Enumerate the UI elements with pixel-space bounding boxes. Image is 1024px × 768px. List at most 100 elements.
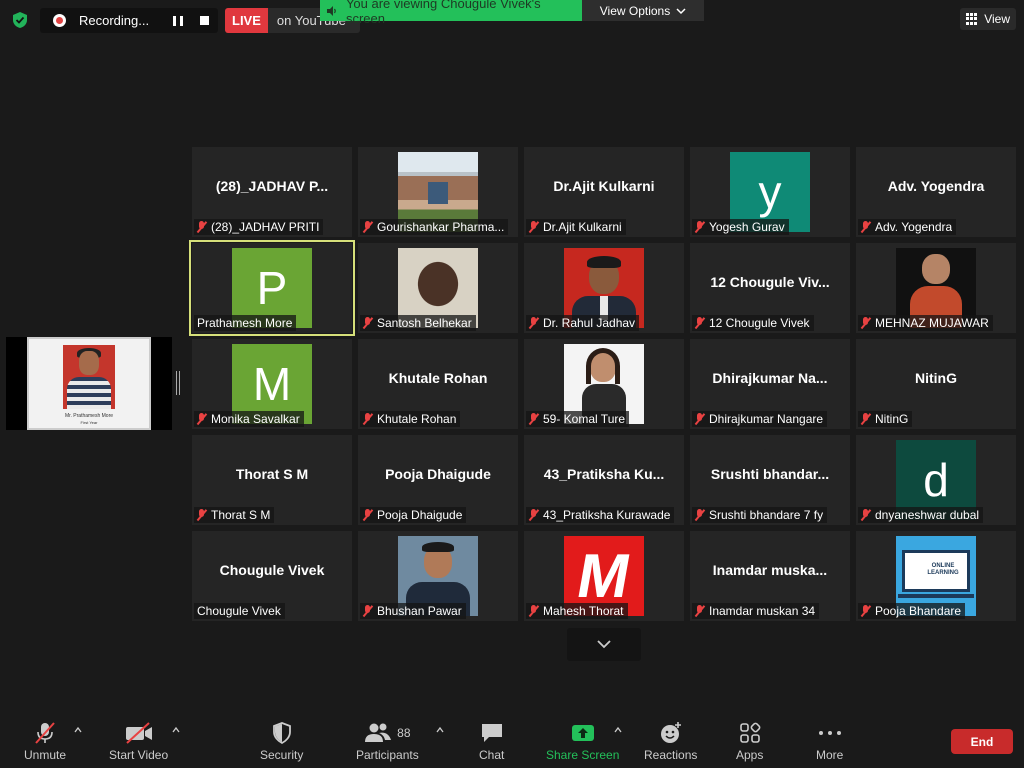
participant-label: Srushti bhandare 7 fy <box>692 507 828 523</box>
mic-muted-icon <box>861 509 870 521</box>
view-layout-button[interactable]: View <box>960 8 1016 30</box>
participants-options-caret-icon[interactable] <box>436 726 444 734</box>
participant-label: 59- Komal Ture <box>526 411 630 427</box>
participant-tile[interactable]: Srushti bhandar... Srushti bhandare 7 fy <box>690 435 850 525</box>
share-options-caret-icon[interactable] <box>614 726 622 734</box>
participant-tile[interactable]: Dr. Rahul Jadhav <box>524 243 684 333</box>
recording-indicator: Recording... <box>40 8 218 33</box>
participant-tile[interactable]: M Mahesh Thorat <box>524 531 684 621</box>
participant-tile[interactable]: ONLINE LEARNING Pooja Bhandare <box>856 531 1016 621</box>
participant-label: NitinG <box>858 411 913 427</box>
participant-label: Dr.Ajit Kulkarni <box>526 219 626 235</box>
shared-screen-thumbnail[interactable]: Mr. Prathamesh More First Year <box>6 337 172 430</box>
mic-muted-icon <box>695 221 704 233</box>
participant-tile[interactable]: (28)_JADHAV P... (28)_JADHAV PRITI <box>192 147 352 237</box>
mic-muted-icon <box>861 605 870 617</box>
participant-name-display: Khutale Rohan <box>388 370 488 386</box>
apps-button[interactable]: Apps <box>736 720 763 762</box>
participant-label: Yogesh Gurav <box>692 219 789 235</box>
participant-tile[interactable]: Santosh Belhekar <box>358 243 518 333</box>
security-shield-icon[interactable] <box>11 11 29 29</box>
mic-muted-icon <box>861 317 870 329</box>
mic-muted-icon <box>35 722 55 744</box>
participant-tile[interactable]: 43_Pratiksha Ku... 43_Pratiksha Kurawade <box>524 435 684 525</box>
more-button[interactable]: More <box>816 720 843 762</box>
splitter-drag-handle[interactable] <box>176 371 180 395</box>
chevron-down-icon <box>676 7 686 14</box>
participants-button[interactable]: 88 Participants <box>356 720 419 762</box>
next-page-button[interactable] <box>567 628 641 661</box>
mic-muted-icon <box>363 509 372 521</box>
participant-label: MEHNAZ MUJAWAR <box>858 315 993 331</box>
grid-view-icon <box>966 13 978 25</box>
apps-icon <box>739 722 761 743</box>
participant-tile[interactable]: d dnyaneshwar dubal <box>856 435 1016 525</box>
mic-muted-icon <box>363 221 372 233</box>
participant-tile[interactable]: MEHNAZ MUJAWAR <box>856 243 1016 333</box>
participant-tile[interactable]: Dr.Ajit Kulkarni Dr.Ajit Kulkarni <box>524 147 684 237</box>
participant-label: Pooja Dhaigude <box>360 507 467 523</box>
mic-muted-icon <box>529 317 538 329</box>
participant-label: (28)_JADHAV PRITI <box>194 219 324 235</box>
start-video-button[interactable]: Start Video <box>109 720 168 762</box>
participant-label: Gourishankar Pharma... <box>360 219 509 235</box>
participant-name-display: Pooja Dhaigude <box>385 466 491 482</box>
participant-name-display: Adv. Yogendra <box>887 178 985 194</box>
audio-options-caret-icon[interactable] <box>74 726 82 734</box>
participant-tile[interactable]: NitinG NitinG <box>856 339 1016 429</box>
mic-muted-icon <box>529 221 538 233</box>
participant-name-display: Inamdar muska... <box>712 562 828 578</box>
participant-label: 12 Chougule Vivek <box>692 315 814 331</box>
share-screen-button[interactable]: Share Screen <box>546 720 619 762</box>
video-options-caret-icon[interactable] <box>172 726 180 734</box>
mic-muted-icon <box>695 605 704 617</box>
participant-tile[interactable]: Pooja Dhaigude Pooja Dhaigude <box>358 435 518 525</box>
participant-name-display: Thorat S M <box>235 466 309 482</box>
participant-label: Inamdar muskan 34 <box>692 603 820 619</box>
participant-tile[interactable]: Inamdar muska... Inamdar muskan 34 <box>690 531 850 621</box>
participant-tile-active-speaker[interactable]: P Prathamesh More <box>189 240 355 336</box>
shared-document: Mr. Prathamesh More First Year <box>27 337 151 430</box>
participant-tile[interactable]: Thorat S M Thorat S M <box>192 435 352 525</box>
chat-button[interactable]: Chat <box>479 720 504 762</box>
mic-muted-icon <box>363 317 372 329</box>
participant-tile[interactable]: y Yogesh Gurav <box>690 147 850 237</box>
participant-tile[interactable]: 12 Chougule Viv... 12 Chougule Vivek <box>690 243 850 333</box>
mic-muted-icon <box>861 413 870 425</box>
end-meeting-button[interactable]: End <box>951 729 1013 754</box>
stop-recording-icon[interactable] <box>200 16 209 25</box>
chat-icon <box>481 724 502 742</box>
mic-muted-icon <box>197 221 206 233</box>
participant-tile[interactable]: Dhirajkumar Na... Dhirajkumar Nangare <box>690 339 850 429</box>
more-label: More <box>816 748 844 762</box>
mic-muted-icon <box>695 413 704 425</box>
participant-tile[interactable]: M Monika Savalkar <box>192 339 352 429</box>
participant-tile[interactable]: Adv. Yogendra Adv. Yogendra <box>856 147 1016 237</box>
online-learning-text: ONLINE LEARNING <box>927 563 959 576</box>
participant-name-display: 43_Pratiksha Ku... <box>543 466 665 482</box>
pause-recording-icon[interactable] <box>173 15 183 26</box>
participant-name-display: Srushti bhandar... <box>710 466 830 482</box>
viewing-banner-text: You are viewing Chougule Vivek's screen <box>345 0 541 26</box>
participant-tile[interactable]: Bhushan Pawar <box>358 531 518 621</box>
participants-icon <box>365 723 392 742</box>
emoji-icon <box>660 722 681 743</box>
unmute-button[interactable]: Unmute <box>24 720 66 762</box>
participant-name-display: 12 Chougule Viv... <box>710 274 830 290</box>
start-video-label: Start Video <box>109 748 169 762</box>
share-screen-icon <box>571 725 594 741</box>
security-button[interactable]: Security <box>260 720 303 762</box>
participant-label: Bhushan Pawar <box>360 603 466 619</box>
participant-tile[interactable]: Gourishankar Pharma... <box>358 147 518 237</box>
mic-muted-icon <box>363 605 372 617</box>
participants-count: 88 <box>397 726 411 740</box>
video-off-icon <box>125 722 152 744</box>
participant-tile[interactable]: Chougule Vivek Chougule Vivek <box>192 531 352 621</box>
view-options-label: View Options <box>599 3 671 18</box>
participant-label: Monika Savalkar <box>194 411 304 427</box>
view-options-button[interactable]: View Options <box>582 0 704 21</box>
participant-tile[interactable]: 59- Komal Ture <box>524 339 684 429</box>
participant-label: Khutale Rohan <box>360 411 461 427</box>
participant-tile[interactable]: Khutale Rohan Khutale Rohan <box>358 339 518 429</box>
reactions-button[interactable]: Reactions <box>644 720 697 762</box>
